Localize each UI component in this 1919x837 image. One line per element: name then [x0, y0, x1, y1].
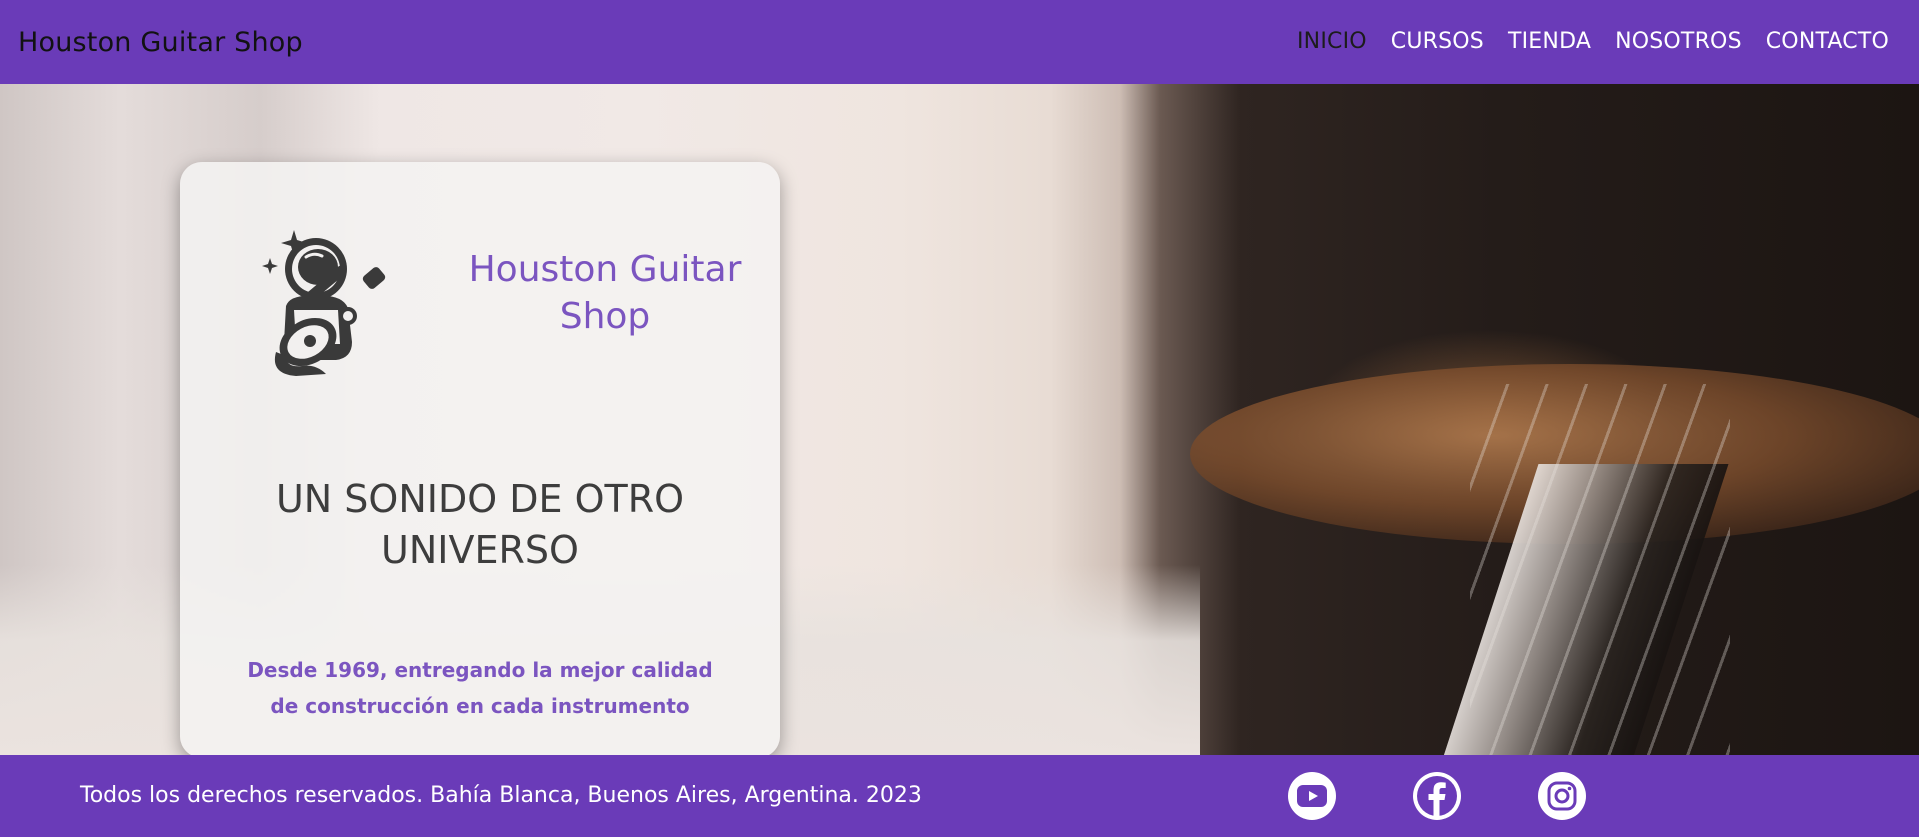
astronaut-guitar-logo-icon	[262, 230, 386, 376]
nav-link-contacto[interactable]: CONTACTO	[1754, 0, 1901, 84]
card-tagline: UN SONIDO DE OTRO UNIVERSO	[275, 477, 685, 572]
hero-background-guitar-strings	[1470, 384, 1730, 755]
card-description: Desde 1969, entregando la mejor calidad …	[247, 658, 713, 718]
nav-link-cursos[interactable]: CURSOS	[1379, 0, 1496, 84]
main-nav: INICIO CURSOS TIENDA NOSOTROS CONTACTO	[1285, 0, 1901, 84]
instagram-icon[interactable]	[1538, 772, 1586, 820]
site-brand[interactable]: Houston Guitar Shop	[18, 27, 303, 58]
site-footer: Todos los derechos reservados. Bahía Bla…	[0, 755, 1919, 837]
facebook-icon[interactable]	[1413, 772, 1461, 820]
card-title: Houston Guitar Shop	[468, 249, 742, 337]
site-header: Houston Guitar Shop INICIO CURSOS TIENDA…	[0, 0, 1919, 84]
youtube-icon[interactable]	[1288, 772, 1336, 820]
nav-link-tienda[interactable]: TIENDA	[1496, 0, 1603, 84]
nav-link-inicio[interactable]: INICIO	[1285, 0, 1379, 84]
hero-card: Houston Guitar Shop UN SONIDO DE OTRO UN…	[180, 162, 780, 758]
nav-link-nosotros[interactable]: NOSOTROS	[1603, 0, 1754, 84]
footer-copyright: Todos los derechos reservados. Bahía Bla…	[80, 783, 922, 808]
